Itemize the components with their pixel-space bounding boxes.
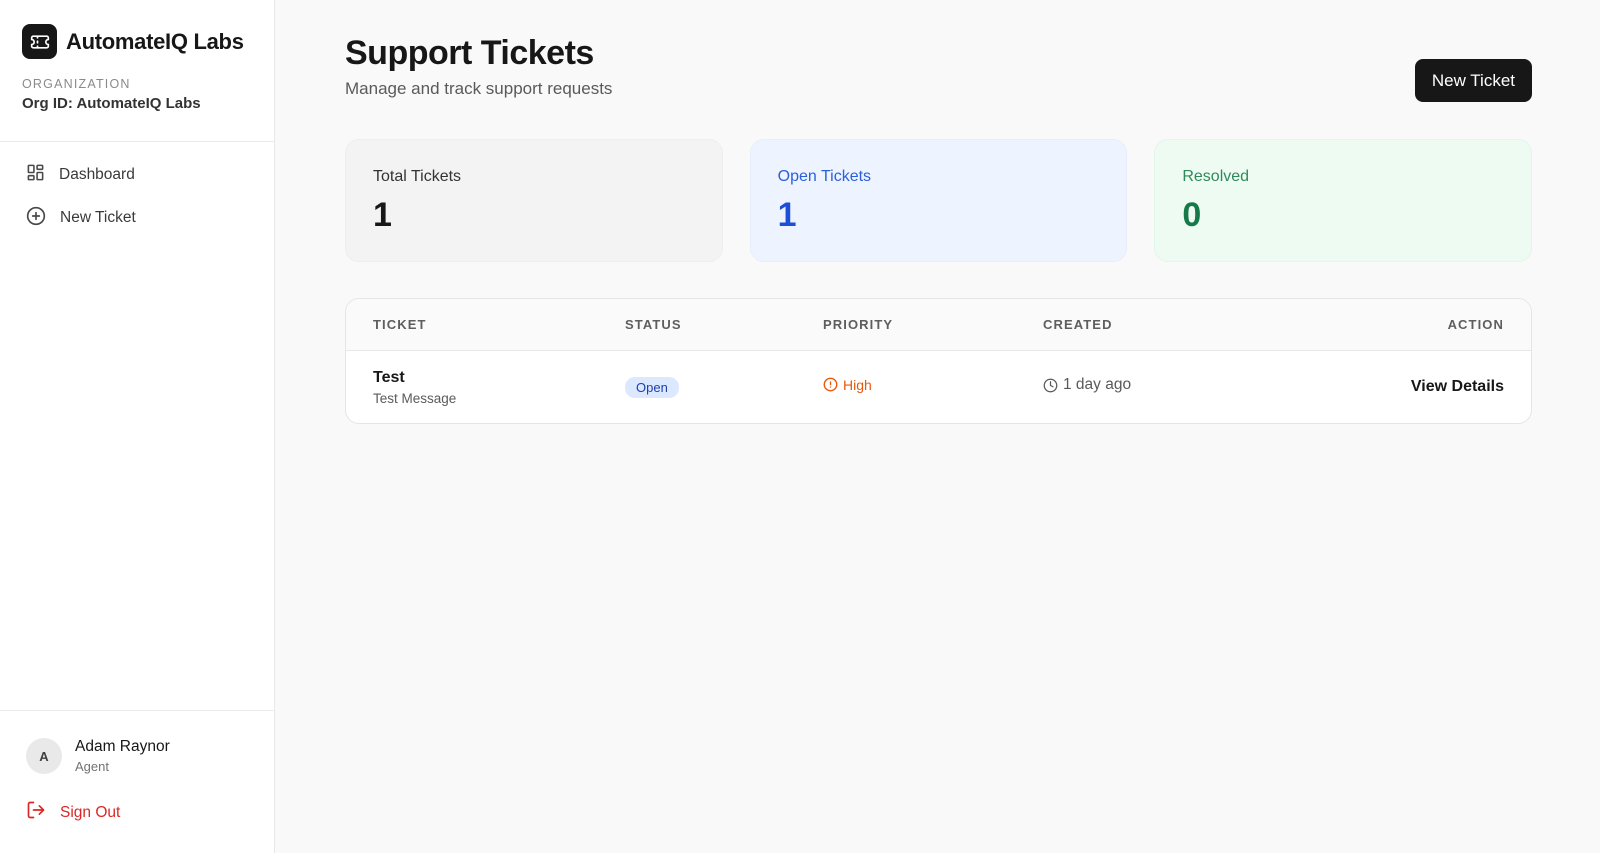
created-cell: 1 day ago: [1043, 376, 1344, 398]
column-header-action: ACTION: [1447, 317, 1504, 332]
user-profile[interactable]: A Adam Raynor Agent: [0, 711, 274, 774]
stat-label: Open Tickets: [777, 168, 872, 185]
view-details-link[interactable]: View Details: [1411, 378, 1504, 395]
stat-card-open: Open Tickets 1: [749, 139, 1128, 262]
clock-icon: [1043, 378, 1058, 393]
stat-label: Resolved: [1182, 168, 1250, 185]
action-cell: View Details: [1344, 378, 1504, 396]
logout-icon: [26, 800, 46, 825]
stat-value: 0: [1182, 196, 1202, 234]
stat-card-resolved: Resolved 0: [1154, 139, 1533, 262]
new-ticket-button[interactable]: New Ticket: [1414, 59, 1532, 102]
stat-value: 1: [777, 196, 797, 234]
main-content: Support Tickets Manage and track support…: [275, 0, 1600, 853]
column-header-ticket: TICKET: [373, 317, 427, 332]
sidebar: AutomateIQ Labs ORGANIZATION Org ID: Aut…: [0, 0, 275, 853]
ticket-title: Test: [373, 368, 405, 386]
organization-id: Org ID: AutomateIQ Labs: [22, 95, 201, 112]
sidebar-nav: Dashboard New Ticket: [0, 142, 274, 229]
avatar: A: [26, 738, 62, 774]
column-header-priority: PRIORITY: [823, 317, 894, 332]
brand-section: AutomateIQ Labs ORGANIZATION Org ID: Aut…: [0, 0, 274, 112]
stat-value: 1: [373, 196, 392, 234]
page-title: Support Tickets: [345, 34, 594, 72]
brand-row[interactable]: AutomateIQ Labs: [22, 24, 252, 59]
plus-circle-icon: [26, 206, 46, 231]
stats-row: Total Tickets 1 Open Tickets 1 Resolved …: [345, 139, 1533, 262]
user-name: Adam Raynor: [75, 738, 170, 755]
sidebar-item-dashboard[interactable]: Dashboard: [26, 164, 248, 186]
brand-name: AutomateIQ Labs: [66, 28, 244, 54]
ticket-message: Test Message: [373, 390, 457, 406]
priority-label: High: [843, 376, 872, 393]
page-header: Support Tickets Manage and track support…: [345, 33, 1532, 102]
table-row[interactable]: Test Test Message Open High 1 day ago Vi…: [346, 351, 1531, 423]
ticket-cell: Test Test Message: [373, 369, 625, 406]
column-header-status: STATUS: [625, 317, 682, 332]
priority-indicator: High: [823, 377, 872, 393]
created-label: 1 day ago: [1063, 376, 1132, 394]
ticket-icon: [22, 24, 57, 59]
user-role: Agent: [75, 759, 109, 774]
sign-out-button[interactable]: Sign Out: [0, 774, 274, 853]
user-info: Adam Raynor Agent: [75, 738, 170, 774]
priority-cell: High: [823, 377, 1043, 398]
stat-card-total: Total Tickets 1: [345, 139, 723, 262]
table-header: TICKET STATUS PRIORITY CREATED ACTION: [346, 299, 1531, 351]
alert-circle-icon: [823, 377, 838, 392]
sign-out-label: Sign Out: [60, 803, 121, 821]
sidebar-item-new-ticket[interactable]: New Ticket: [26, 206, 248, 231]
tickets-table: TICKET STATUS PRIORITY CREATED ACTION Te…: [345, 298, 1532, 424]
dashboard-grid-icon: [26, 163, 45, 187]
sidebar-item-label: Dashboard: [59, 166, 135, 183]
status-badge: Open: [625, 376, 679, 398]
organization-label: ORGANIZATION: [22, 77, 131, 91]
column-header-created: CREATED: [1043, 317, 1113, 332]
header-text: Support Tickets Manage and track support…: [345, 33, 612, 99]
sidebar-item-label: New Ticket: [60, 209, 136, 226]
page-subtitle: Manage and track support requests: [345, 79, 613, 98]
status-cell: Open: [625, 376, 823, 398]
created-time: 1 day ago: [1043, 376, 1131, 394]
stat-label: Total Tickets: [373, 168, 462, 185]
